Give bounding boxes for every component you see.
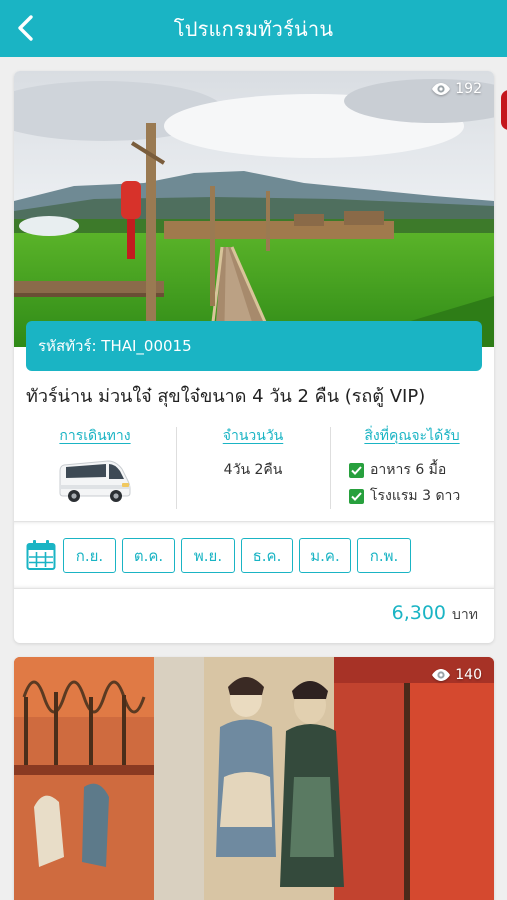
- price-unit: บาท: [452, 607, 478, 623]
- calendar-icon: [26, 540, 56, 570]
- tour-title[interactable]: ทัวร์น่าน ม่วนใจ๋ สุขใจ๋ขนาด 4 วัน 2 คืน…: [26, 381, 482, 410]
- price-value: 6,300: [391, 602, 447, 624]
- page-title: โปรแกรมทัวร์น่าน: [173, 16, 334, 41]
- tour-code: รหัสทัวร์: THAI_00015: [38, 337, 192, 355]
- app-header: โปรแกรมทัวร์น่าน: [0, 0, 507, 57]
- tour-photo: 140: [14, 657, 494, 900]
- month-chip[interactable]: ต.ค.: [122, 538, 175, 573]
- van-icon: [58, 455, 132, 503]
- duration-link[interactable]: จำนวนวัน: [176, 425, 330, 447]
- duration-value: 4วัน 2คืน: [223, 462, 283, 478]
- month-chip[interactable]: ธ.ค.: [241, 538, 293, 573]
- back-button[interactable]: [10, 12, 40, 44]
- travel-column: การเดินทาง: [14, 425, 176, 515]
- departure-months: ก.ย. ต.ค. พ.ย. ธ.ค. ม.ค. ก.พ.: [14, 521, 494, 589]
- month-chip[interactable]: ม.ค.: [299, 538, 351, 573]
- include-item-label: โรงแรม 3 ดาว: [370, 488, 461, 504]
- list-item: อาหาร 6 มื้อ: [349, 457, 494, 483]
- chevron-left-icon: [18, 15, 33, 41]
- list-item: โรงแรม 3 ดาว: [349, 483, 494, 509]
- month-chip[interactable]: ก.ย.: [63, 538, 116, 573]
- view-count-value: 192: [455, 81, 482, 97]
- eye-icon: [432, 669, 451, 681]
- checkbox-checked-icon: [349, 488, 364, 504]
- tour-code-bar: รหัสทัวร์: THAI_00015: [26, 321, 482, 371]
- travel-link[interactable]: การเดินทาง: [14, 425, 176, 447]
- month-chip[interactable]: ก.พ.: [357, 538, 411, 573]
- tour-card[interactable]: 140: [14, 657, 494, 900]
- tour-photo: 192: [14, 71, 494, 347]
- eye-icon: [432, 83, 451, 95]
- month-chip[interactable]: พ.ย.: [181, 538, 235, 573]
- include-item-label: อาหาร 6 มื้อ: [370, 462, 447, 478]
- tour-card[interactable]: 192 รหัสทัวร์: THAI_00015 ทัวร์น่าน ม่วน…: [14, 71, 494, 643]
- view-count-value: 140: [455, 667, 482, 683]
- view-count: 140: [431, 667, 482, 683]
- view-count: 192: [431, 81, 482, 97]
- includes-link[interactable]: สิ่งที่คุณจะได้รับ: [330, 425, 494, 447]
- side-peek-tab: [501, 90, 507, 130]
- includes-list: อาหาร 6 มื้อ โรงแรม 3 ดาว: [330, 457, 494, 509]
- price-row: 6,300 บาท: [392, 602, 478, 626]
- tour-info-row: การเดินทาง จำนวนวัน 4วัน 2คืน สิ่งที่คุณ…: [14, 425, 494, 515]
- includes-column: สิ่งที่คุณจะได้รับ อาหาร 6 มื้อ โรงแรม 3…: [330, 425, 494, 515]
- duration-column: จำนวนวัน 4วัน 2คืน: [176, 425, 330, 515]
- checkbox-checked-icon: [349, 462, 364, 478]
